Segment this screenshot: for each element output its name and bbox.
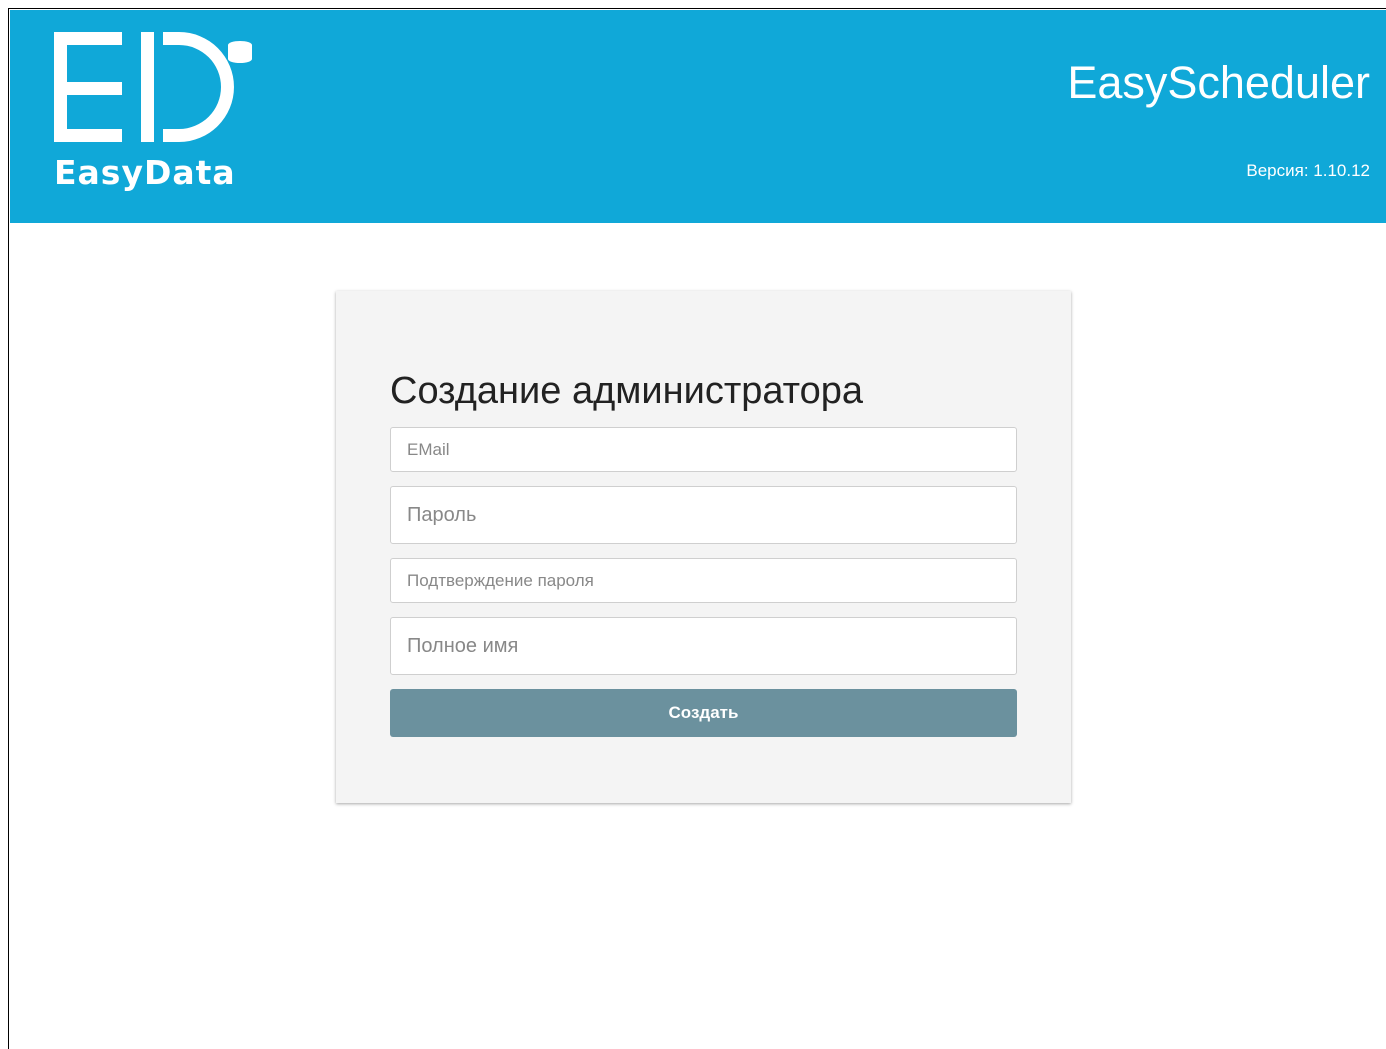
version-label: Версия: 1.10.12 xyxy=(1246,161,1370,180)
create-admin-card: Создание администратора Создать xyxy=(336,291,1071,803)
app-header: EasyData EasyScheduler Версия: 1.10.12 xyxy=(10,10,1386,223)
full-name-input[interactable] xyxy=(390,617,1017,675)
page-title: Создание администратора xyxy=(390,370,864,412)
email-input[interactable] xyxy=(390,427,1017,472)
confirm-password-input[interactable] xyxy=(390,558,1017,603)
logo-text: EasyData xyxy=(54,153,236,192)
create-button[interactable]: Создать xyxy=(390,689,1017,737)
app-title: EasyScheduler xyxy=(1067,57,1370,108)
password-input[interactable] xyxy=(390,486,1017,544)
browser-viewport: EasyData EasyScheduler Версия: 1.10.12 С… xyxy=(8,8,1386,1049)
